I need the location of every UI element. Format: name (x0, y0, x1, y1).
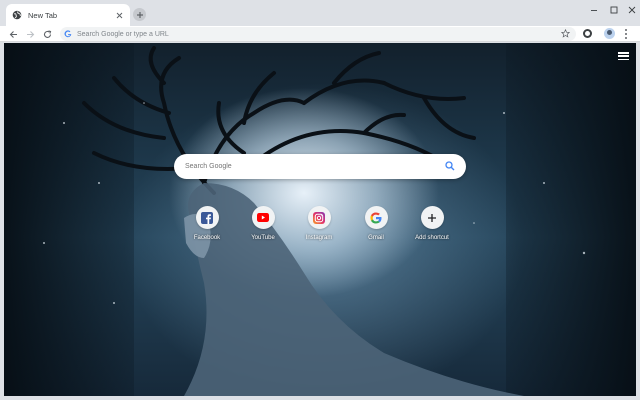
close-icon (628, 6, 636, 14)
customize-menu-button[interactable] (618, 52, 629, 60)
plus-icon (428, 213, 436, 222)
maximize-icon (610, 6, 618, 14)
omnibox-placeholder: Search Google or type a URL (77, 30, 169, 38)
tab-new-tab[interactable]: New Tab (6, 4, 130, 26)
youtube-icon (257, 213, 269, 222)
search-box[interactable]: Search Google (174, 154, 466, 179)
back-button[interactable] (6, 27, 20, 41)
globe-icon (12, 10, 22, 20)
shortcut-label: Instagram (305, 235, 333, 241)
minimize-button[interactable] (584, 3, 604, 17)
shortcut-gmail[interactable]: Gmail (354, 206, 398, 241)
forward-button[interactable] (23, 27, 37, 41)
reload-icon (43, 29, 51, 38)
instagram-icon (313, 211, 325, 224)
shortcut-add[interactable]: Add shortcut (410, 206, 454, 241)
avatar[interactable] (604, 28, 615, 39)
shortcut-tile[interactable] (420, 206, 444, 229)
shortcut-tile[interactable] (251, 206, 275, 229)
shortcut-facebook[interactable]: Facebook (185, 206, 229, 241)
shortcut-youtube[interactable]: YouTube (241, 206, 285, 241)
tab-title: New Tab (28, 10, 58, 20)
kebab-dot (625, 37, 627, 39)
omnibox[interactable]: Search Google or type a URL (60, 27, 576, 41)
menu-line (618, 55, 629, 57)
new-tab-page: Search Google Facebook YouTube Instagram… (4, 43, 636, 396)
extension-icon[interactable] (583, 29, 592, 38)
reload-button[interactable] (40, 27, 54, 41)
menu-line (618, 58, 629, 60)
new-tab-button[interactable] (133, 8, 146, 21)
close-window-button[interactable] (622, 3, 640, 17)
maximize-button[interactable] (604, 3, 624, 17)
plus-icon (136, 11, 143, 18)
toolbar: Search Google or type a URL (0, 26, 640, 42)
search-input[interactable]: Search Google (185, 163, 445, 170)
search-icon[interactable] (445, 161, 456, 172)
shortcut-label: Facebook (193, 235, 221, 241)
shortcut-tile[interactable] (364, 206, 388, 229)
close-icon[interactable] (114, 10, 124, 20)
shortcut-label: Gmail (368, 235, 384, 241)
shortcuts-grid: Facebook YouTube Instagram Gmail Add sho… (192, 206, 452, 256)
menu-button[interactable] (623, 28, 629, 40)
shortcut-label: Add shortcut (415, 235, 449, 241)
minimize-icon (591, 10, 597, 11)
arrow-left-icon (9, 30, 17, 38)
star-icon[interactable] (561, 29, 571, 39)
kebab-dot (625, 33, 627, 35)
google-icon (64, 30, 72, 38)
shortcut-tile[interactable] (307, 206, 331, 229)
kebab-dot (625, 29, 627, 31)
google-icon (370, 212, 382, 223)
facebook-icon (201, 211, 213, 224)
arrow-right-icon (26, 30, 34, 38)
shortcut-label: YouTube (251, 235, 275, 241)
shortcut-instagram[interactable]: Instagram (297, 206, 341, 241)
tab-strip: New Tab (0, 0, 640, 26)
shortcut-tile[interactable] (195, 206, 219, 229)
menu-line (618, 52, 629, 54)
